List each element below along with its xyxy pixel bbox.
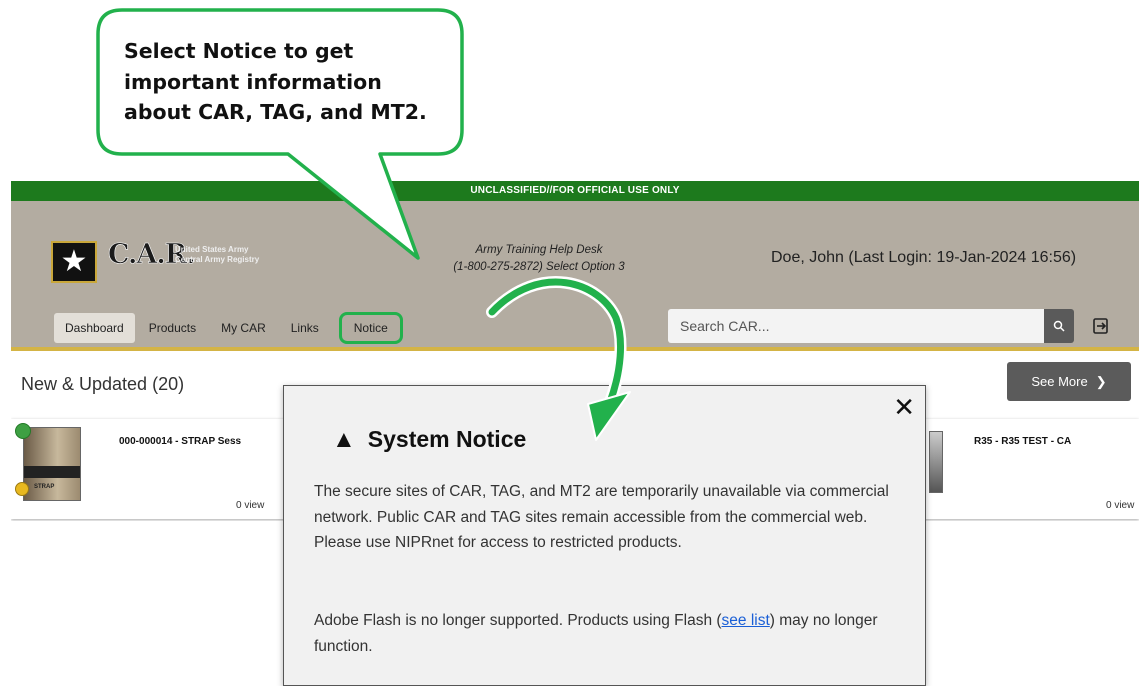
- product-thumbnail: STRAP: [23, 427, 81, 501]
- site-header: ★ C.A.R. United States Army Central Army…: [11, 201, 1139, 351]
- nav-dashboard[interactable]: Dashboard: [54, 313, 135, 343]
- close-icon[interactable]: ✕: [893, 394, 915, 420]
- see-more-label: See More: [1031, 374, 1088, 389]
- product-views: 0 view: [1106, 500, 1135, 511]
- nav-my-car[interactable]: My CAR: [210, 313, 277, 343]
- warning-icon: ▲: [332, 425, 356, 453]
- army-star-logo-icon[interactable]: ★: [51, 241, 97, 283]
- modal-title: ▲ System Notice: [332, 426, 526, 453]
- product-views: 0 view: [236, 500, 265, 511]
- classification-banner: UNCLASSIFIED//FOR OFFICIAL USE ONLY: [11, 181, 1139, 201]
- thumbnail-label: STRAP: [34, 484, 55, 490]
- user-login-info: Doe, John (Last Login: 19-Jan-2024 16:56…: [771, 249, 1077, 266]
- logout-icon[interactable]: [1092, 317, 1110, 335]
- notice-paragraph-secure-sites: The secure sites of CAR, TAG, and MT2 ar…: [314, 483, 889, 551]
- new-badge-icon: [15, 423, 31, 439]
- search-button[interactable]: [1044, 309, 1074, 343]
- section-title: New & Updated (20): [21, 374, 185, 394]
- search-input[interactable]: [668, 309, 1044, 343]
- lock-icon: [15, 482, 29, 496]
- system-notice-modal: ✕ ▲ System Notice The secure sites of CA…: [283, 385, 926, 686]
- product-card[interactable]: STRAP 000-000014 - STRAP Sess 0 view: [11, 419, 311, 519]
- logo-subtitle-line1: United States Army: [175, 245, 249, 254]
- helpdesk-phone: (1-800-275-2872) Select Option 3: [453, 261, 625, 273]
- helpdesk-title: Army Training Help Desk: [475, 244, 603, 256]
- product-title[interactable]: 000-000014 - STRAP Sess: [119, 436, 241, 447]
- logo-subtitle-line2: Central Army Registry: [175, 255, 260, 264]
- nav-links[interactable]: Links: [280, 313, 330, 343]
- notice-paragraph-flash: Adobe Flash is no longer supported. Prod…: [314, 608, 894, 659]
- logo-subtitle: United States Army Central Army Registry: [175, 245, 285, 265]
- helpdesk-info: Army Training Help Desk (1-800-275-2872)…: [419, 242, 659, 276]
- product-title[interactable]: R35 - R35 TEST - CA: [974, 436, 1071, 447]
- search-icon: [1053, 320, 1065, 332]
- callout-text: Select Notice to get important informati…: [124, 39, 427, 124]
- nav-notice[interactable]: Notice: [338, 312, 403, 344]
- modal-title-text: System Notice: [367, 426, 527, 452]
- chevron-right-icon: ❯: [1095, 373, 1107, 389]
- flash-text-before: Adobe Flash is no longer supported. Prod…: [314, 612, 722, 629]
- nav-products[interactable]: Products: [138, 313, 207, 343]
- see-more-button[interactable]: See More ❯: [1007, 362, 1131, 401]
- main-nav: Dashboard Products My CAR Links Notice: [54, 312, 406, 344]
- product-card[interactable]: R35 - R35 TEST - CA 0 view: [911, 419, 1139, 519]
- product-thumbnail: [929, 431, 943, 493]
- see-list-link[interactable]: see list: [722, 612, 770, 629]
